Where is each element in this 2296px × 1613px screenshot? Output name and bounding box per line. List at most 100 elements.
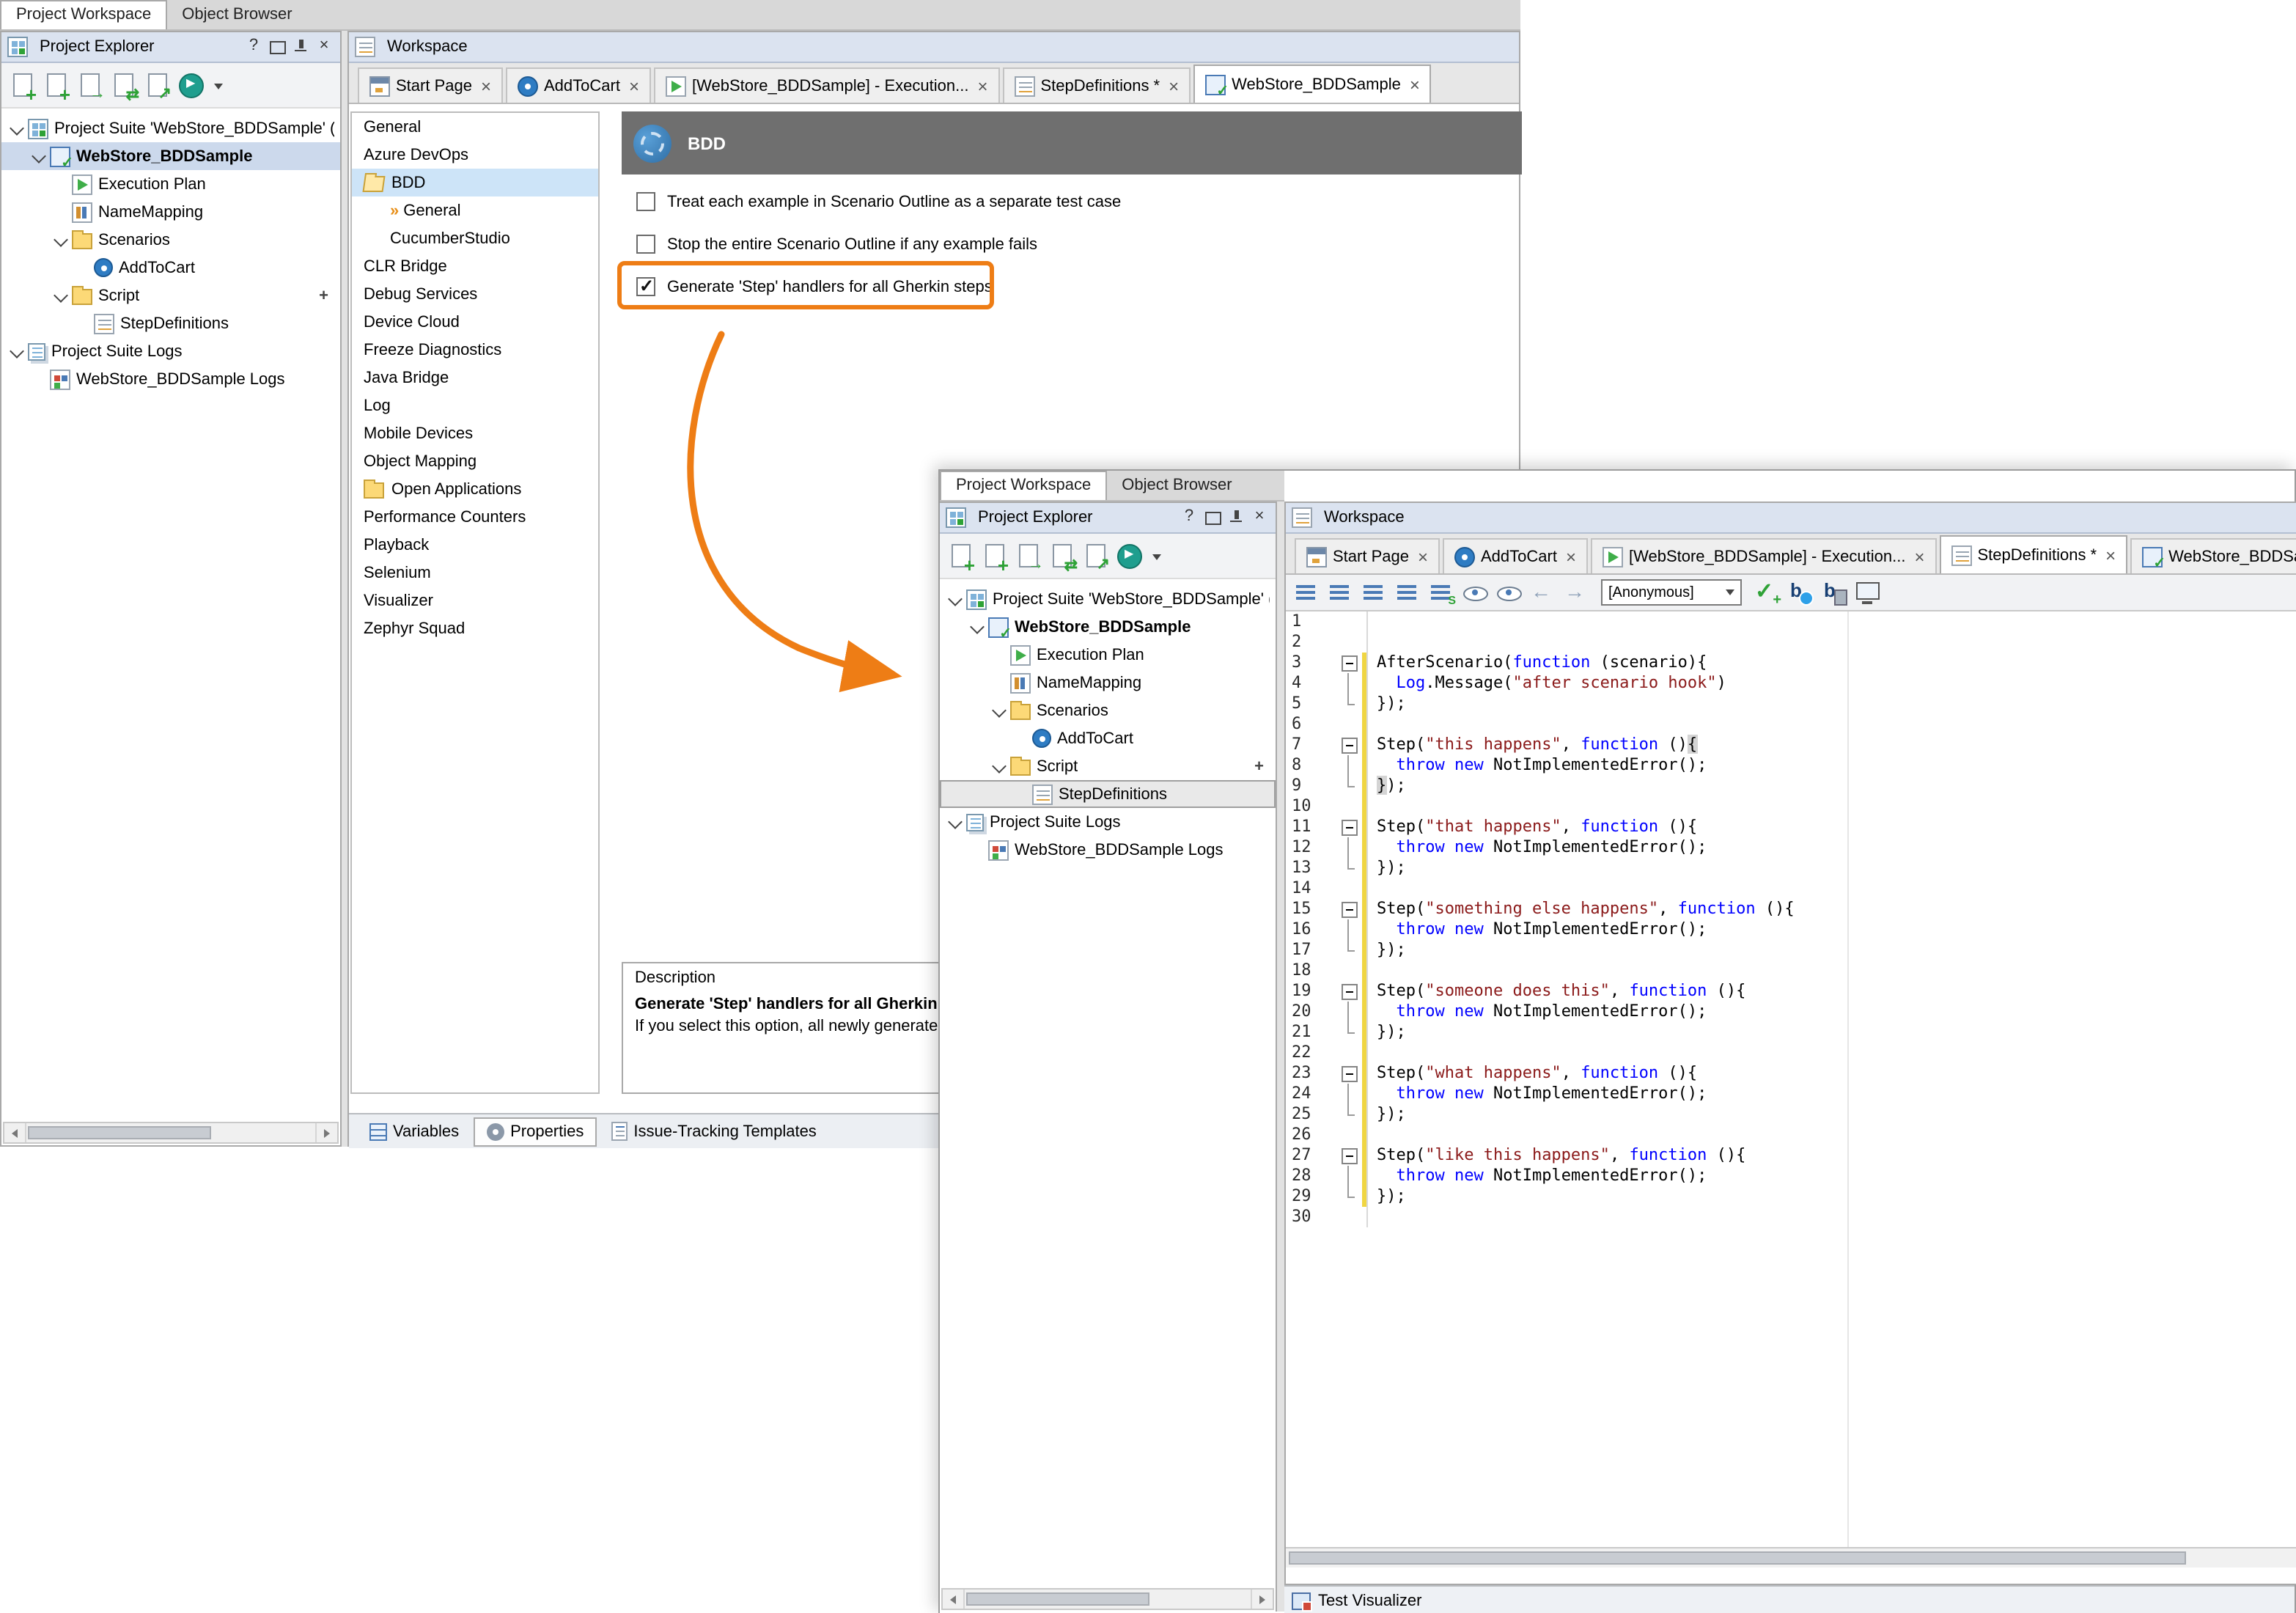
help-button[interactable]: ? — [1179, 507, 1199, 528]
expander-icon[interactable] — [29, 147, 47, 165]
bottom-tab-properties[interactable]: Properties — [474, 1117, 597, 1146]
add-item-button[interactable]: + — [1248, 757, 1270, 775]
bottom-tab-issue-tracking-templates[interactable]: Issue-Tracking Templates — [600, 1117, 828, 1146]
expander-icon[interactable] — [7, 120, 25, 137]
help-button[interactable]: ? — [243, 37, 264, 57]
workspace-tab-object-browser[interactable]: Object Browser — [1107, 472, 1246, 500]
expander-icon[interactable] — [990, 702, 1007, 719]
settings-item-selenium[interactable]: Selenium — [352, 559, 598, 587]
tree-item-execution-plan[interactable]: Execution Plan — [1, 170, 340, 198]
option-treat-each-example-in-scenario-outline-as-a-separate-test-case[interactable]: Treat each example in Scenario Outline a… — [622, 180, 1501, 223]
doc-tab-addtocart[interactable]: AddToCart× — [506, 67, 651, 103]
add-item-button[interactable]: + — [313, 287, 334, 304]
option-stop-the-entire-scenario-outline-if-any-example-fails[interactable]: Stop the entire Scenario Outline if any … — [622, 223, 1501, 265]
tree-item-webstore-bddsample-logs[interactable]: WebStore_BDDSample Logs — [1, 365, 340, 393]
close-panel-button[interactable]: × — [314, 37, 334, 57]
run-gear-icon[interactable] — [176, 70, 205, 100]
settings-item-playback[interactable]: Playback — [352, 531, 598, 559]
refresh-project-icon[interactable] — [108, 70, 138, 100]
add-project-suite-icon[interactable] — [946, 541, 975, 570]
tree-item-webstore-bddsample[interactable]: WebStore_BDDSample — [940, 613, 1276, 641]
add-check-icon[interactable] — [1752, 578, 1781, 607]
close-tab-icon[interactable]: × — [1166, 76, 1179, 96]
bottom-tab-variables[interactable]: Variables — [358, 1117, 471, 1146]
format-lines-icon[interactable] — [1292, 578, 1321, 607]
checkbox[interactable] — [636, 235, 655, 254]
navigate-back-icon[interactable] — [1528, 578, 1557, 607]
close-panel-button[interactable]: × — [1249, 507, 1270, 528]
browser-set-icon[interactable] — [1786, 578, 1815, 607]
fold-toggle-icon[interactable] — [1336, 653, 1362, 673]
tree-item-stepdefinitions[interactable]: StepDefinitions — [940, 780, 1276, 808]
settings-item-performance-counters[interactable]: Performance Counters — [352, 503, 598, 531]
show-devices-icon[interactable] — [1853, 578, 1883, 607]
toolbar-dropdown-icon[interactable] — [210, 70, 227, 100]
scope-dropdown[interactable]: [Anonymous] — [1601, 579, 1742, 606]
settings-item-clr-bridge[interactable]: CLR Bridge — [352, 252, 598, 280]
tree-item-stepdefinitions[interactable]: StepDefinitions — [1, 309, 340, 337]
tree-item-script[interactable]: Script+ — [940, 752, 1276, 780]
add-project-suite-icon[interactable] — [7, 70, 37, 100]
float-window-button[interactable] — [1202, 507, 1223, 528]
close-tab-icon[interactable]: × — [1563, 546, 1576, 567]
doc-tab-webstore-bddsample[interactable]: WebStore_BDDSample× — [2130, 538, 2296, 573]
scrollbar-thumb[interactable] — [1289, 1551, 2186, 1565]
hide-details-icon[interactable] — [1460, 578, 1490, 607]
export-project-icon[interactable] — [1013, 541, 1042, 570]
tree-item-addtocart[interactable]: AddToCart — [1, 254, 340, 282]
close-tab-icon[interactable]: × — [478, 76, 491, 96]
tree-item-addtocart[interactable]: AddToCart — [940, 724, 1276, 752]
scroll-left-button[interactable] — [4, 1123, 26, 1142]
tree-item-project-suite-logs[interactable]: Project Suite Logs — [1, 337, 340, 365]
doc-tab-stepdefinitions[interactable]: StepDefinitions *× — [1939, 535, 2127, 573]
editor-horizontal-scrollbar[interactable] — [1286, 1547, 2296, 1568]
settings-item-mobile-devices[interactable]: Mobile Devices — [352, 419, 598, 447]
scroll-left-button[interactable] — [943, 1590, 965, 1609]
add-project-item-icon[interactable] — [41, 70, 70, 100]
settings-item-zephyr-squad[interactable]: Zephyr Squad — [352, 614, 598, 642]
expander-icon[interactable] — [946, 590, 963, 608]
settings-item-object-mapping[interactable]: Object Mapping — [352, 447, 598, 475]
expander-icon[interactable] — [990, 757, 1007, 775]
panel-splitter[interactable] — [1277, 501, 1284, 1612]
close-tab-icon[interactable]: × — [974, 76, 987, 96]
fold-toggle-icon[interactable] — [1336, 1063, 1362, 1084]
settings-item-device-cloud[interactable]: Device Cloud — [352, 308, 598, 336]
doc-tab-start-page[interactable]: Start Page× — [358, 67, 503, 103]
tree-item-project-suite-logs[interactable]: Project Suite Logs — [940, 808, 1276, 836]
expander-icon[interactable] — [51, 287, 69, 304]
tree-item-namemapping[interactable]: NameMapping — [1, 198, 340, 226]
refresh-project-icon[interactable] — [1047, 541, 1076, 570]
close-tab-icon[interactable]: × — [1911, 546, 1924, 567]
expander-icon[interactable] — [968, 618, 985, 636]
float-window-button[interactable] — [267, 37, 287, 57]
navigate-forward-icon[interactable] — [1561, 578, 1591, 607]
tree-item-script[interactable]: Script+ — [1, 282, 340, 309]
tree-item-project-suite-webstore-bddsample-1-p[interactable]: Project Suite 'WebStore_BDDSample' (1 p — [1, 114, 340, 142]
expander-icon[interactable] — [946, 813, 963, 831]
test-visualizer-bar[interactable]: Test Visualizer — [1284, 1585, 2295, 1613]
close-tab-icon[interactable]: × — [1407, 74, 1420, 95]
align-center-icon[interactable] — [1359, 578, 1388, 607]
settings-item-java-bridge[interactable]: Java Bridge — [352, 364, 598, 392]
tree-item-webstore-bddsample-logs[interactable]: WebStore_BDDSample Logs — [940, 836, 1276, 864]
auto-hide-pin-button[interactable] — [1226, 507, 1246, 528]
auto-hide-pin-button[interactable] — [290, 37, 311, 57]
settings-item-freeze-diagnostics[interactable]: Freeze Diagnostics — [352, 336, 598, 364]
scroll-right-button[interactable] — [1251, 1590, 1273, 1609]
fold-toggle-icon[interactable] — [1336, 1145, 1362, 1166]
import-project-icon[interactable] — [142, 70, 172, 100]
fold-toggle-icon[interactable] — [1336, 981, 1362, 1002]
browser-device-icon[interactable] — [1819, 578, 1849, 607]
toolbar-dropdown-icon[interactable] — [1148, 541, 1166, 570]
add-project-item-icon[interactable] — [979, 541, 1009, 570]
explorer-horizontal-scrollbar[interactable] — [3, 1122, 339, 1144]
scrollbar-thumb[interactable] — [966, 1592, 1149, 1606]
scrollbar-thumb[interactable] — [28, 1126, 211, 1139]
settings-item-open-applications[interactable]: Open Applications — [352, 475, 598, 503]
doc-tab-webstore-bddsample-execution[interactable]: [WebStore_BDDSample] - Execution...× — [1591, 538, 1936, 573]
tree-item-namemapping[interactable]: NameMapping — [940, 669, 1276, 697]
align-left-icon[interactable] — [1325, 578, 1355, 607]
fold-toggle-icon[interactable] — [1336, 735, 1362, 755]
settings-item-log[interactable]: Log — [352, 392, 598, 419]
